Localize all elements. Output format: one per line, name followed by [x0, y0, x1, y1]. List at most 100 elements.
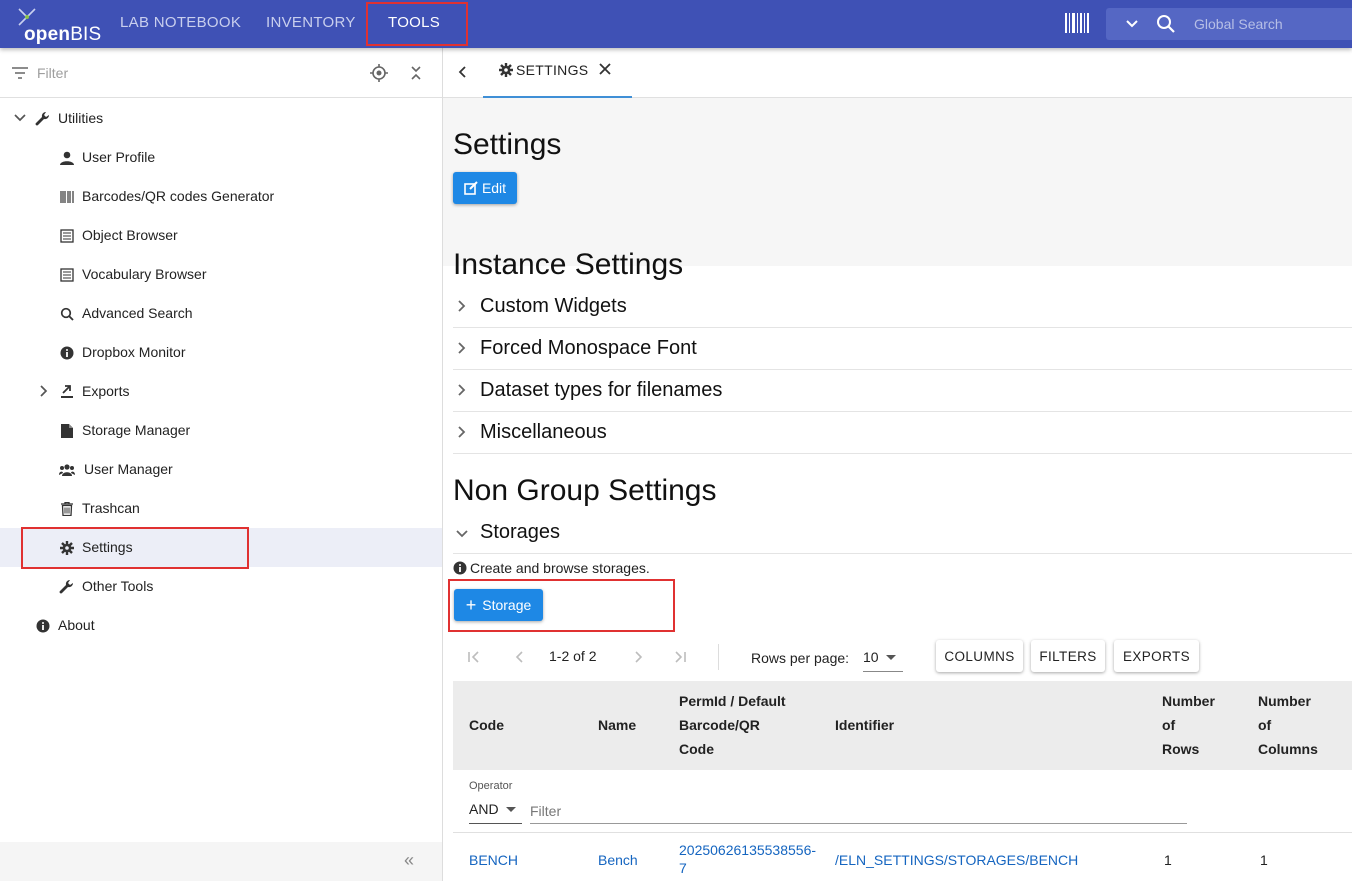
page-range: 1-2 of 2 — [549, 648, 597, 664]
sidebar: Utilities User Profile Barcodes/QR codes… — [0, 48, 443, 881]
plus-icon: + — [465, 595, 477, 615]
filter-icon — [12, 66, 28, 84]
chevron-left-icon[interactable] — [457, 65, 469, 84]
sidebar-item-about[interactable]: About — [0, 606, 442, 645]
sidebar-item-storage-manager[interactable]: Storage Manager — [0, 411, 442, 450]
edit-button-label: Edit — [481, 180, 507, 196]
cell-code[interactable]: BENCH — [469, 851, 518, 869]
cell-identifier[interactable]: /ELN_SETTINGS/STORAGES/BENCH — [835, 851, 1078, 869]
sidebar-filter-input[interactable] — [37, 62, 337, 84]
column-header-identifier[interactable]: Identifier — [835, 713, 894, 737]
sidebar-item-label: Exports — [82, 383, 130, 399]
cell-permid[interactable]: 20250626135538556- 7 — [679, 841, 816, 877]
header-line: of — [1258, 717, 1272, 733]
sidebar-item-utilities[interactable]: Utilities — [0, 99, 442, 138]
tab-label: SETTINGS — [516, 62, 589, 78]
operator-select[interactable]: AND — [469, 798, 522, 824]
sidebar-item-advanced-search[interactable]: Advanced Search — [0, 294, 442, 333]
sidebar-item-label: Other Tools — [82, 578, 154, 594]
global-search — [1106, 8, 1352, 40]
section-storages[interactable]: Storages — [453, 512, 1352, 554]
gear-icon — [59, 540, 75, 556]
sidebar-item-dropbox-monitor[interactable]: Dropbox Monitor — [0, 333, 442, 372]
filters-button[interactable]: FILTERS — [1031, 640, 1105, 672]
info-text: Create and browse storages. — [470, 560, 650, 576]
chevron-down-icon[interactable] — [13, 111, 27, 125]
section-forced-monospace-font[interactable]: Forced Monospace Font — [453, 328, 1352, 370]
info-icon — [35, 618, 51, 634]
next-page-icon[interactable] — [631, 650, 645, 669]
gear-icon — [499, 63, 513, 82]
operator-value: AND — [469, 801, 499, 817]
section-dataset-types[interactable]: Dataset types for filenames — [453, 370, 1352, 412]
table-filter-input[interactable] — [530, 798, 1187, 824]
sidebar-item-label: Storage Manager — [82, 422, 191, 438]
add-storage-label: Storage — [482, 597, 532, 613]
export-icon — [59, 384, 75, 400]
table-header: Code Name PermId / Default Barcode/QR Co… — [453, 681, 1352, 770]
exports-button[interactable]: EXPORTS — [1114, 640, 1199, 672]
column-header-number-of-rows[interactable]: Number of Rows — [1162, 689, 1215, 761]
section-miscellaneous[interactable]: Miscellaneous — [453, 412, 1352, 454]
header-line: Barcode/QR — [679, 717, 760, 733]
first-page-icon[interactable] — [467, 650, 481, 669]
info-icon — [453, 561, 467, 575]
openbis-logo[interactable]: openBIS — [14, 4, 104, 45]
sidebar-item-vocabulary-browser[interactable]: Vocabulary Browser — [0, 255, 442, 294]
rows-per-page-select[interactable]: 10 — [863, 644, 903, 672]
header-line: Number — [1162, 693, 1215, 709]
global-search-input[interactable] — [1194, 8, 1344, 40]
add-storage-button[interactable]: + Storage — [454, 589, 543, 621]
file-icon — [59, 423, 75, 439]
page-header: Settings — [443, 98, 1352, 266]
column-header-name[interactable]: Name — [598, 713, 636, 737]
sidebar-item-barcodes-generator[interactable]: Barcodes/QR codes Generator — [0, 177, 442, 216]
sidebar-item-trashcan[interactable]: Trashcan — [0, 489, 442, 528]
locate-icon[interactable] — [370, 64, 388, 87]
section-label: Custom Widgets — [480, 295, 627, 317]
sidebar-item-settings[interactable]: Settings — [0, 528, 442, 567]
tab-settings[interactable]: SETTINGS — [483, 48, 632, 98]
column-header-code[interactable]: Code — [469, 713, 504, 737]
barcode-scanner-icon[interactable] — [1064, 11, 1090, 35]
section-label: Storages — [480, 521, 561, 543]
sidebar-item-label: Utilities — [58, 110, 104, 126]
sidebar-item-exports[interactable]: Exports — [0, 372, 442, 411]
caret-down-icon — [886, 655, 896, 660]
cell-number-of-columns: 1 — [1260, 852, 1268, 868]
header-line: Code — [679, 741, 714, 757]
nav-lab-notebook[interactable]: LAB NOTEBOOK — [120, 0, 241, 48]
section-custom-widgets[interactable]: Custom Widgets — [453, 286, 1352, 328]
last-page-icon[interactable] — [673, 650, 687, 669]
edit-button[interactable]: Edit — [453, 172, 517, 204]
sidebar-item-other-tools[interactable]: Other Tools — [0, 567, 442, 606]
sidebar-item-user-manager[interactable]: User Manager — [0, 450, 442, 489]
users-icon — [59, 462, 75, 478]
storages-info: Create and browse storages. — [453, 560, 650, 576]
sidebar-item-label: About — [58, 617, 95, 633]
sidebar-item-user-profile[interactable]: User Profile — [0, 138, 442, 177]
sidebar-item-label: User Profile — [82, 149, 156, 165]
table-filter-row: Operator AND — [453, 770, 1352, 832]
table-row[interactable]: BENCH Bench 20250626135538556- 7 /ELN_SE… — [453, 832, 1352, 881]
column-header-number-of-columns[interactable]: Number of Columns — [1258, 689, 1318, 761]
header-line: Columns — [1258, 741, 1318, 757]
nav-tools[interactable]: TOOLS — [388, 0, 440, 48]
column-header-permid[interactable]: PermId / Default Barcode/QR Code — [679, 689, 786, 761]
divider — [718, 644, 719, 670]
sidebar-item-object-browser[interactable]: Object Browser — [0, 216, 442, 255]
search-icon[interactable] — [1156, 14, 1176, 39]
header-line: Number — [1258, 693, 1311, 709]
sidebar-item-label: Object Browser — [82, 227, 178, 243]
collapse-all-icon[interactable] — [409, 65, 423, 86]
cell-name[interactable]: Bench — [598, 851, 638, 869]
columns-button[interactable]: COLUMNS — [936, 640, 1023, 672]
chevron-down-icon[interactable] — [1124, 15, 1140, 36]
chevron-right-icon[interactable] — [37, 384, 51, 398]
prev-page-icon[interactable] — [513, 650, 527, 669]
close-icon[interactable] — [598, 62, 612, 81]
nav-inventory[interactable]: INVENTORY — [266, 0, 356, 48]
sidebar-filter — [0, 48, 442, 98]
collapse-sidebar-icon[interactable]: « — [404, 850, 414, 871]
barcode-icon — [59, 189, 75, 205]
